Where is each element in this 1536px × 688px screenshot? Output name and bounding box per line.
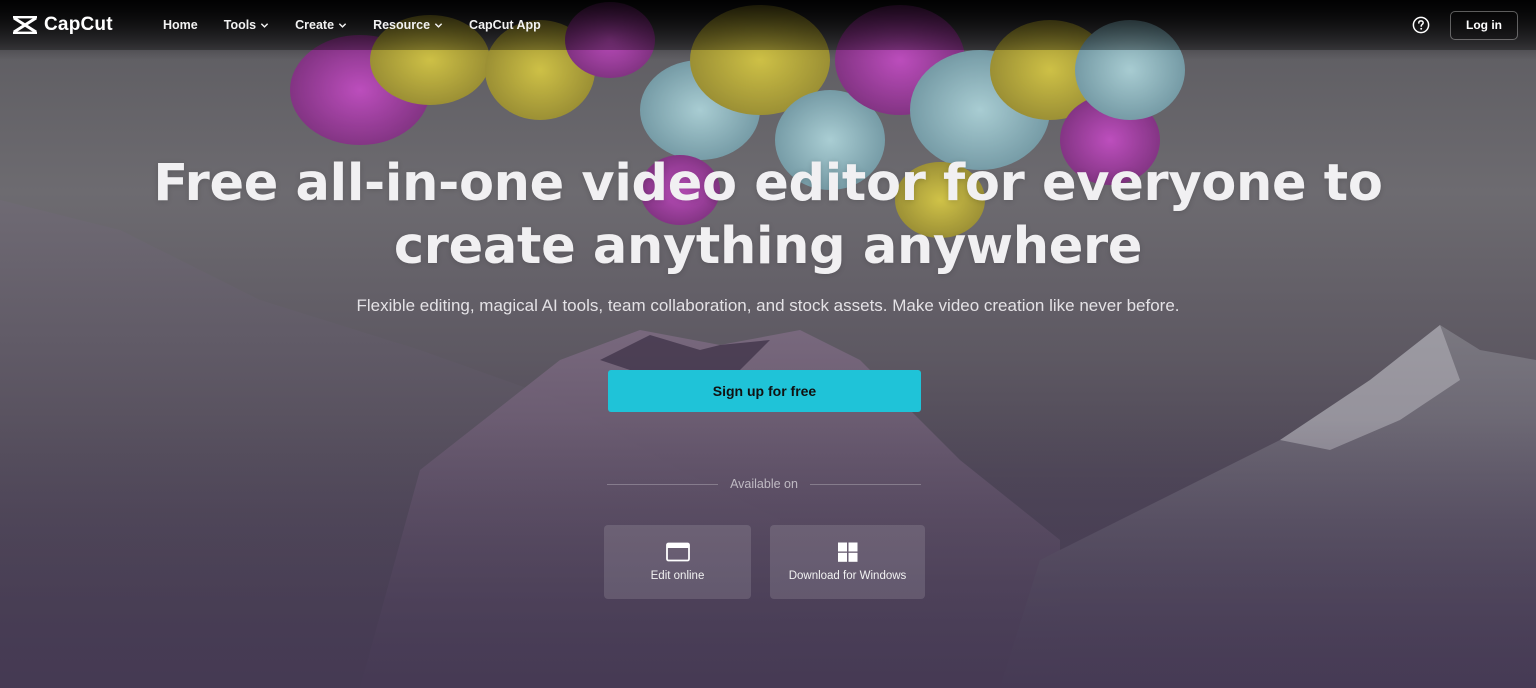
hero-background [0,0,1536,688]
nav-item-label: Create [295,18,335,32]
nav-item-label: Resource [373,18,431,32]
capcut-logo-icon [13,16,37,34]
headline-line-1: Free all-in-one video editor for everyon… [153,154,1383,213]
question-circle-icon[interactable] [1412,16,1430,34]
nav-item-home[interactable]: Home [150,0,211,50]
nav-item-create[interactable]: Create [282,0,360,50]
platform-label: Edit online [650,570,705,582]
nav-actions: Log in [1412,10,1518,40]
divider-line-right [809,483,922,485]
nav-item-label: Tools [223,18,257,32]
brand-logo[interactable]: CapCut [12,14,130,36]
chevron-down-icon [260,22,269,28]
browser-window-icon [665,542,690,562]
top-nav: CapCut Home Tools Create Resource CapCut… [0,0,1536,50]
download-windows-button[interactable]: Download for Windows [770,525,925,599]
background-scene [0,2,1536,688]
nav-item-label: Home [163,18,198,32]
chevron-down-icon [338,22,347,28]
platform-label: Download for Windows [788,570,907,582]
nav-item-label: CapCut App [469,18,541,32]
edit-online-button[interactable]: Edit online [604,525,751,599]
nav-item-tools[interactable]: Tools [211,0,282,50]
chevron-down-icon [434,22,443,28]
available-on-divider: Available on [607,476,922,492]
windows-logo-icon [837,542,857,562]
divider-line-left [607,483,719,485]
nav-item-resource[interactable]: Resource [360,0,456,50]
login-button[interactable]: Log in [1450,10,1518,40]
main-menu: Home Tools Create Resource CapCut App [150,0,554,50]
nav-item-capcut-app[interactable]: CapCut App [456,0,554,50]
signup-button[interactable]: Sign up for free [608,370,921,412]
brand-name: CapCut [44,14,113,35]
hero-headline: Free all-in-one video editor for everyon… [0,152,1536,278]
available-on-label: Available on [730,477,798,491]
hero-subheadline: Flexible editing, magical AI tools, team… [356,296,1180,315]
headline-line-2: create anything anywhere [393,217,1143,276]
